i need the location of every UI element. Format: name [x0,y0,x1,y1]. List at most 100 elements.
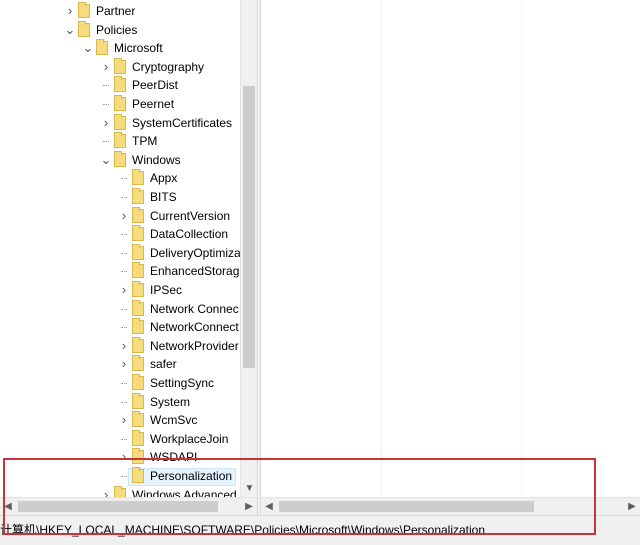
tree-item-label: SystemCertificates [132,115,233,130]
scroll-left-arrow-icon[interactable]: ◀ [261,498,277,515]
tree-item-label: Windows [132,152,181,167]
chevron-right-icon[interactable]: › [118,355,130,373]
column-divider [381,0,382,497]
folder-icon [132,299,144,316]
folder-icon [132,169,144,186]
column-divider [521,0,522,497]
folder-icon [132,188,144,204]
tree-item[interactable]: NetworkConnect [0,318,240,336]
tree-item-label: System [150,394,191,409]
tree-item[interactable]: › WSDAPI [0,448,240,466]
tree-item-label: PeerDist [132,78,179,93]
folder-icon [78,2,90,18]
tree-item[interactable]: › CurrentVersion [0,206,240,225]
tree-horizontal-scrollbar[interactable]: ◀ ▶ [0,497,257,515]
tree-item[interactable]: Network Connec [0,299,240,318]
tree-hscroll-thumb[interactable] [18,501,218,512]
chevron-right-icon[interactable]: › [118,448,130,466]
tree-item-label: NetworkProvider [150,338,239,353]
chevron-right-icon[interactable]: › [118,281,130,299]
tree-item[interactable]: DataCollection [0,225,240,243]
tree-item[interactable]: DeliveryOptimiza [0,243,240,262]
registry-tree[interactable]: › Partner ⌄ Policies ⌄ Microsoft › Cryptography… [0,0,240,497]
tree-item[interactable]: Peernet [0,95,240,113]
values-pane[interactable] [261,0,640,497]
scroll-down-arrow-icon[interactable]: ▼ [241,480,258,497]
folder-icon [78,20,90,37]
scroll-right-arrow-icon[interactable]: ▶ [241,498,257,515]
tree-connector [121,383,127,384]
folder-icon [132,355,144,372]
tree-item[interactable]: SettingSync [0,374,240,392]
tree-item[interactable]: › WcmSvc [0,411,240,429]
tree-item-label: BITS [150,190,177,204]
tree-item[interactable]: › Windows Advanced [0,485,240,497]
chevron-right-icon[interactable]: › [118,207,130,225]
folder-icon [132,262,144,279]
tree-item[interactable]: ⌄ Windows [0,150,240,169]
tree-item[interactable]: › Cryptography [0,57,240,76]
tree-item-label: Network Connec [150,301,239,316]
chevron-right-icon[interactable]: › [118,411,130,429]
tree-item[interactable]: TPM [0,132,240,150]
values-horizontal-scrollbar[interactable]: ◀ ▶ [261,497,640,515]
scroll-right-arrow-icon[interactable]: ▶ [624,498,640,515]
tree-item[interactable]: EnhancedStorag [0,262,240,280]
chevron-down-icon[interactable]: ⌄ [64,21,76,39]
tree-item[interactable]: › NetworkProvider [0,336,240,355]
tree-vertical-scrollbar[interactable]: ▼ [240,0,257,497]
folder-icon [132,448,144,465]
tree-item[interactable]: Personalization [0,467,240,485]
tree-item-label: Partner [96,4,136,18]
chevron-right-icon[interactable]: › [100,58,112,76]
folder-icon [114,76,126,93]
chevron-right-icon[interactable]: › [100,114,112,132]
folder-icon [114,95,126,111]
tree-connector [103,104,109,105]
tree-item-label: Policies [96,22,138,37]
tree-item-label: Cryptography [132,59,205,74]
tree-item[interactable]: PeerDist [0,76,240,94]
tree-connector [121,234,127,236]
tree-item[interactable]: ⌄ Policies [0,20,240,39]
tree-item[interactable]: › IPSec [0,281,240,299]
folder-icon [132,225,144,242]
tree-connector [121,401,127,403]
folder-icon [132,318,144,335]
tree-item-label: DataCollection [150,227,229,242]
scroll-left-arrow-icon[interactable]: ◀ [0,498,16,515]
folder-icon [132,429,144,446]
tree-connector [121,308,127,310]
tree-item[interactable]: WorkplaceJoin [0,429,240,448]
folder-icon [132,206,144,223]
tree-item-label: safer [150,357,177,372]
folder-icon [132,281,144,297]
values-hscroll-thumb[interactable] [279,501,534,512]
chevron-down-icon[interactable]: ⌄ [100,151,112,169]
tree-item-label: IPSec [150,283,183,297]
tree-connector [121,252,127,254]
chevron-right-icon[interactable]: › [64,2,76,20]
tree-item-label: WorkplaceJoin [150,431,229,446]
tree-scroll-thumb[interactable] [243,86,255,368]
folder-icon [132,374,144,390]
folder-icon [114,132,126,149]
chevron-right-icon[interactable]: › [118,337,130,355]
tree-item[interactable]: ⌄ Microsoft [0,39,240,57]
tree-item-label: Appx [150,171,178,186]
tree-item[interactable]: › Partner [0,2,240,20]
folder-icon [114,113,126,130]
tree-item[interactable]: BITS [0,188,240,206]
tree-item-label: SettingSync [150,376,215,390]
chevron-right-icon[interactable]: › [100,486,112,497]
tree-item[interactable]: › SystemCertificates [0,113,240,132]
tree-item[interactable]: Appx [0,169,240,187]
registry-path: 计算机\HKEY_LOCAL_MACHINE\SOFTWARE\Policies… [0,523,486,537]
chevron-down-icon[interactable]: ⌄ [82,39,94,57]
folder-icon [96,39,108,56]
tree-item[interactable]: System [0,392,240,411]
tree-item-label: NetworkConnect [150,320,239,335]
tree-item[interactable]: › safer [0,355,240,373]
tree-item-label: Peernet [132,97,175,111]
tree-connector [121,327,127,329]
